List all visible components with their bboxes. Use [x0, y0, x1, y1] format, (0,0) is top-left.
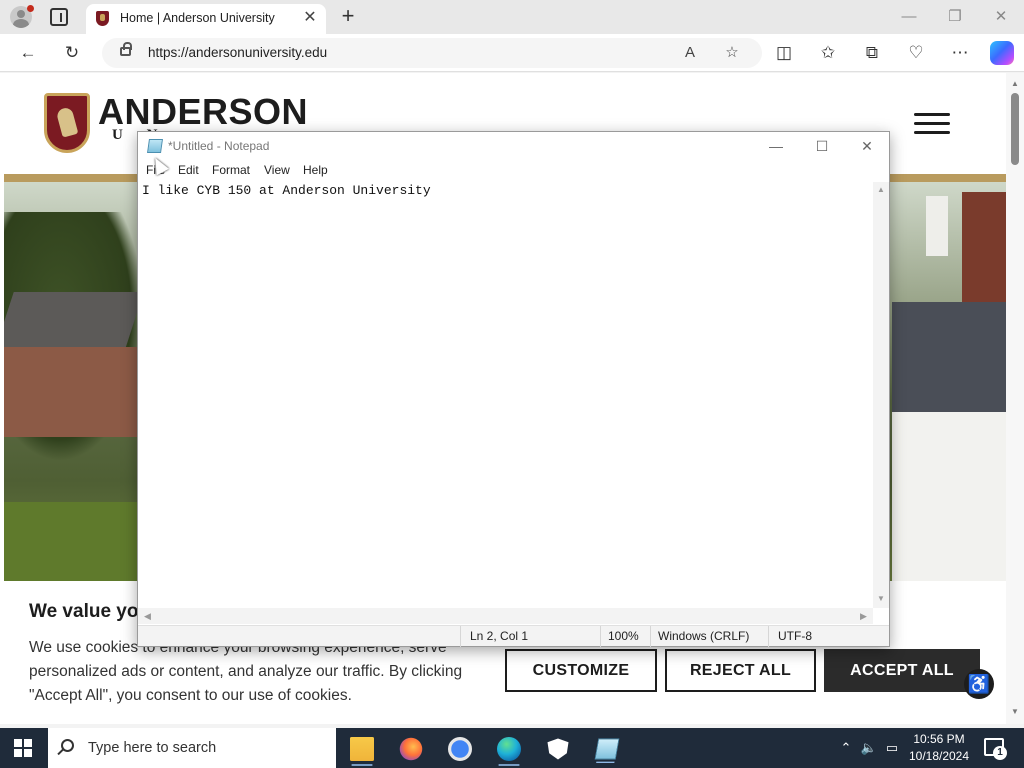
menu-view[interactable]: View [264, 163, 290, 177]
tab-title: Home | Anderson University [120, 11, 275, 25]
scroll-down-icon[interactable]: ▼ [1010, 707, 1020, 717]
cookie-accept-all-button[interactable]: ACCEPT ALL [824, 649, 980, 692]
notepad-taskbar-icon[interactable] [594, 738, 620, 760]
accessibility-icon[interactable]: ♿ [964, 669, 994, 699]
university-crest-logo[interactable] [44, 93, 90, 153]
browser-minimize-button[interactable]: — [894, 4, 924, 30]
volume-muted-icon[interactable]: 🔈 [860, 738, 878, 758]
favorite-star-icon[interactable]: ☆ [720, 41, 744, 65]
tab-close-icon[interactable]: ✕ [300, 8, 320, 28]
notepad-scroll-left-icon[interactable]: ◀ [144, 611, 151, 622]
windows-security-icon[interactable] [547, 738, 569, 760]
notepad-scroll-down-icon[interactable]: ▼ [877, 594, 885, 603]
notepad-titlebar[interactable]: *Untitled - Notepad — ☐ ✕ [138, 132, 889, 160]
taskbar-clock[interactable]: 10:56 PM 10/18/2024 [900, 731, 978, 765]
notification-count-badge: 1 [993, 746, 1007, 760]
cookie-banner-title: We value yo [29, 601, 139, 622]
notepad-minimize-button[interactable]: — [753, 132, 799, 160]
notepad-scroll-up-icon[interactable]: ▲ [877, 185, 885, 194]
clock-time: 10:56 PM [913, 732, 965, 746]
windows-start-icon[interactable] [14, 739, 32, 757]
new-tab-button[interactable]: + [336, 5, 360, 29]
edge-icon[interactable] [497, 737, 521, 766]
crest-feather-icon [55, 106, 79, 138]
notepad-horizontal-scrollbar[interactable]: ◀ ▶ [138, 608, 873, 624]
profile-alert-icon [27, 5, 34, 12]
notepad-status-bar: Ln 2, Col 1 100% Windows (CRLF) UTF-8 [138, 625, 889, 647]
notepad-content[interactable]: I like CYB 150 at Anderson University [142, 183, 431, 198]
browser-close-button[interactable]: ✕ [986, 4, 1016, 30]
back-arrow-icon[interactable]: ← [16, 41, 40, 65]
scroll-up-icon[interactable]: ▲ [1010, 79, 1020, 89]
hamburger-menu-icon[interactable] [914, 113, 950, 135]
notepad-scroll-right-icon[interactable]: ▶ [860, 611, 867, 622]
cookie-customize-button[interactable]: CUSTOMIZE [505, 649, 657, 692]
notepad-close-button[interactable]: ✕ [844, 132, 890, 160]
menu-format[interactable]: Format [212, 163, 250, 177]
refresh-icon[interactable]: ↻ [60, 41, 84, 65]
more-options-icon[interactable]: ⋯ [948, 41, 972, 65]
browser-restore-button[interactable]: ❐ [940, 4, 970, 30]
url-text[interactable]: https://andersonuniversity.edu [148, 45, 327, 60]
address-bar[interactable]: https://andersonuniversity.edu A ☆ [102, 38, 762, 68]
notepad-title: *Untitled - Notepad [168, 139, 270, 153]
favorites-icon[interactable]: ✩ [816, 41, 840, 65]
chrome-icon[interactable] [448, 737, 472, 761]
taskbar-search-placeholder[interactable]: Type here to search [88, 740, 216, 756]
notepad-menubar: File Edit Format View Help [138, 160, 889, 182]
firefox-icon[interactable] [399, 737, 423, 761]
file-explorer-icon[interactable] [350, 737, 374, 766]
notepad-app-icon [147, 139, 163, 153]
anderson-favicon-icon [96, 11, 109, 26]
browser-tab-active[interactable]: Home | Anderson University ✕ [86, 4, 326, 34]
clock-date: 10/18/2024 [908, 749, 970, 763]
lock-icon[interactable] [120, 42, 132, 56]
browser-tab-bar: Home | Anderson University ✕ + — ❐ ✕ [0, 0, 1024, 34]
read-aloud-icon[interactable]: A [678, 41, 702, 65]
page-scrollbar[interactable]: ▲ ▼ [1006, 73, 1024, 724]
collections-icon[interactable]: ⧉ [860, 41, 884, 65]
split-screen-icon[interactable]: ◫ [772, 41, 796, 65]
tab-actions-icon[interactable] [50, 8, 68, 26]
browser-essentials-icon[interactable]: ♡ [904, 41, 928, 65]
cookie-reject-all-button[interactable]: REJECT ALL [665, 649, 816, 692]
notepad-vertical-scrollbar[interactable]: ▲ ▼ [873, 182, 889, 608]
status-line-ending: Windows (CRLF) [658, 629, 750, 643]
browser-toolbar: ← ↻ https://andersonuniversity.edu A ☆ ◫… [0, 34, 1024, 72]
windows-taskbar: Type here to search ⌃ 🔈 ▭ 10:56 PM 10/18… [0, 728, 1024, 768]
network-icon[interactable]: ▭ [884, 738, 900, 758]
status-zoom: 100% [608, 629, 639, 643]
status-encoding: UTF-8 [778, 629, 812, 643]
menu-help[interactable]: Help [303, 163, 328, 177]
tray-chevron-icon[interactable]: ⌃ [838, 738, 854, 758]
taskbar-search-box[interactable]: Type here to search [48, 728, 336, 768]
notepad-text-area[interactable]: I like CYB 150 at Anderson University [138, 182, 873, 608]
notepad-maximize-button[interactable]: ☐ [799, 132, 845, 160]
notepad-window[interactable]: *Untitled - Notepad — ☐ ✕ File Edit Form… [137, 131, 890, 647]
copilot-icon[interactable] [990, 41, 1014, 65]
search-icon [61, 739, 74, 752]
menu-edit[interactable]: Edit [178, 163, 199, 177]
scroll-thumb[interactable] [1011, 93, 1019, 165]
status-cursor-position: Ln 2, Col 1 [470, 629, 529, 643]
